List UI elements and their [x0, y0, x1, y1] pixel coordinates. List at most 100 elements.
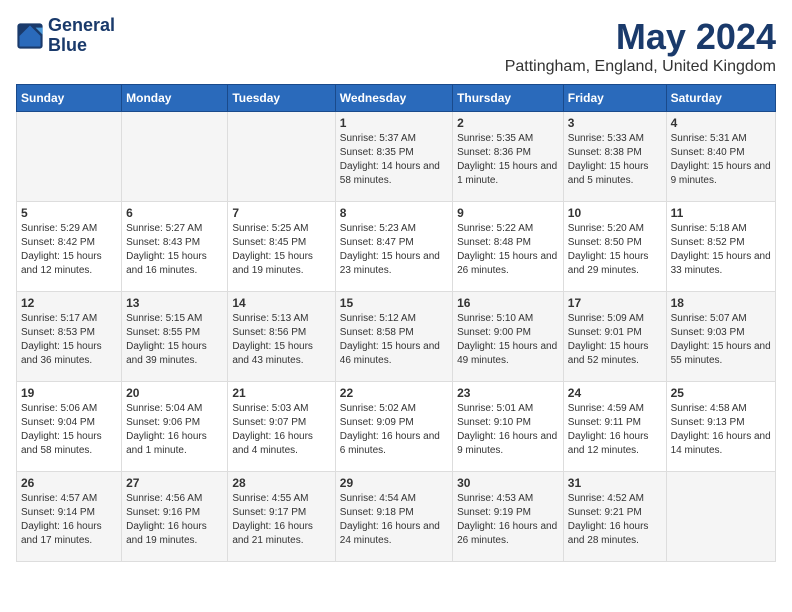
day-number: 11	[671, 206, 771, 220]
day-number: 2	[457, 116, 559, 130]
calendar-cell	[228, 112, 335, 202]
day-number: 9	[457, 206, 559, 220]
calendar-cell: 1Sunrise: 5:37 AM Sunset: 8:35 PM Daylig…	[335, 112, 452, 202]
calendar-cell: 25 Sunrise: 4:58 AM Sunset: 9:13 PM Dayli…	[666, 382, 775, 472]
day-info: Sunrise: 5:35 AM Sunset: 8:36 PM Dayligh…	[457, 132, 559, 188]
day-info: Sunrise: 5:33 AM Sunset: 8:38 PM Dayligh…	[568, 132, 662, 188]
calendar-cell: 14Sunrise: 5:13 AM Sunset: 8:56 PM Dayli…	[228, 292, 335, 382]
calendar-cell: 16Sunrise: 5:10 AM Sunset: 9:00 PM Dayli…	[453, 292, 564, 382]
day-number: 7	[232, 206, 330, 220]
calendar-cell: 6Sunrise: 5:27 AM Sunset: 8:43 PM Daylig…	[122, 202, 228, 292]
day-info: Sunrise: 5:29 AM Sunset: 8:42 PM Dayligh…	[21, 222, 117, 278]
calendar-cell: 4 Sunrise: 5:31 AM Sunset: 8:40 PM Daylig…	[666, 112, 775, 202]
calendar-cell: 2 Sunrise: 5:35 AM Sunset: 8:36 PM Daylig…	[453, 112, 564, 202]
header-cell-tuesday: Tuesday	[228, 85, 335, 112]
logo-text: General Blue	[48, 16, 115, 56]
day-info: Sunrise: 4:53 AM Sunset: 9:19 PM Dayligh…	[457, 492, 559, 548]
day-info: Sunrise: 5:22 AM Sunset: 8:48 PM Dayligh…	[457, 222, 559, 278]
day-number: 23	[457, 386, 559, 400]
day-info: Sunrise: 5:15 AM Sunset: 8:55 PM Dayligh…	[126, 312, 223, 368]
week-row-3: 12Sunrise: 5:17 AM Sunset: 8:53 PM Dayli…	[17, 292, 776, 382]
header-cell-sunday: Sunday	[17, 85, 122, 112]
day-number: 16	[457, 296, 559, 310]
day-info: Sunrise: 5:18 AM Sunset: 8:52 PM Dayligh…	[671, 222, 771, 278]
day-number: 26	[21, 476, 117, 490]
calendar-cell: 15Sunrise: 5:12 AM Sunset: 8:58 PM Dayli…	[335, 292, 452, 382]
day-info: Sunrise: 5:06 AM Sunset: 9:04 PM Dayligh…	[21, 402, 117, 458]
week-row-1: 1Sunrise: 5:37 AM Sunset: 8:35 PM Daylig…	[17, 112, 776, 202]
calendar-table: SundayMondayTuesdayWednesdayThursdayFrid…	[16, 84, 776, 562]
day-info: Sunrise: 5:37 AM Sunset: 8:35 PM Dayligh…	[340, 132, 448, 188]
day-info: Sunrise: 5:23 AM Sunset: 8:47 PM Dayligh…	[340, 222, 448, 278]
calendar-cell: 19 Sunrise: 5:06 AM Sunset: 9:04 PM Dayli…	[17, 382, 122, 472]
day-info: Sunrise: 4:56 AM Sunset: 9:16 PM Dayligh…	[126, 492, 223, 548]
day-info: Sunrise: 5:04 AM Sunset: 9:06 PM Dayligh…	[126, 402, 223, 458]
day-info: Sunrise: 5:01 AM Sunset: 9:10 PM Dayligh…	[457, 402, 559, 458]
day-info: Sunrise: 4:55 AM Sunset: 9:17 PM Dayligh…	[232, 492, 330, 548]
calendar-cell	[122, 112, 228, 202]
day-number: 18	[671, 296, 771, 310]
calendar-cell: 31 Sunrise: 4:52 AM Sunset: 9:21 PM Dayli…	[563, 472, 666, 562]
day-number: 31	[568, 476, 662, 490]
day-number: 19	[21, 386, 117, 400]
calendar-cell: 30Sunrise: 4:53 AM Sunset: 9:19 PM Dayli…	[453, 472, 564, 562]
day-info: Sunrise: 5:12 AM Sunset: 8:58 PM Dayligh…	[340, 312, 448, 368]
day-info: Sunrise: 5:27 AM Sunset: 8:43 PM Dayligh…	[126, 222, 223, 278]
month-title: May 2024	[505, 16, 776, 58]
day-number: 17	[568, 296, 662, 310]
calendar-cell: 28 Sunrise: 4:55 AM Sunset: 9:17 PM Dayli…	[228, 472, 335, 562]
header-row: SundayMondayTuesdayWednesdayThursdayFrid…	[17, 85, 776, 112]
day-number: 10	[568, 206, 662, 220]
day-info: Sunrise: 5:09 AM Sunset: 9:01 PM Dayligh…	[568, 312, 662, 368]
calendar-cell: 24 Sunrise: 4:59 AM Sunset: 9:11 PM Dayli…	[563, 382, 666, 472]
day-info: Sunrise: 4:58 AM Sunset: 9:13 PM Dayligh…	[671, 402, 771, 458]
calendar-cell: 8 Sunrise: 5:23 AM Sunset: 8:47 PM Daylig…	[335, 202, 452, 292]
day-info: Sunrise: 4:59 AM Sunset: 9:11 PM Dayligh…	[568, 402, 662, 458]
calendar-cell: 9 Sunrise: 5:22 AM Sunset: 8:48 PM Daylig…	[453, 202, 564, 292]
header-cell-wednesday: Wednesday	[335, 85, 452, 112]
week-row-5: 26 Sunrise: 4:57 AM Sunset: 9:14 PM Dayli…	[17, 472, 776, 562]
day-number: 3	[568, 116, 662, 130]
day-number: 8	[340, 206, 448, 220]
header-cell-friday: Friday	[563, 85, 666, 112]
header-cell-saturday: Saturday	[666, 85, 775, 112]
day-info: Sunrise: 5:17 AM Sunset: 8:53 PM Dayligh…	[21, 312, 117, 368]
calendar-cell: 29 Sunrise: 4:54 AM Sunset: 9:18 PM Dayli…	[335, 472, 452, 562]
logo: General Blue	[16, 16, 115, 56]
header-cell-monday: Monday	[122, 85, 228, 112]
day-number: 13	[126, 296, 223, 310]
day-info: Sunrise: 4:57 AM Sunset: 9:14 PM Dayligh…	[21, 492, 117, 548]
day-number: 21	[232, 386, 330, 400]
day-number: 4	[671, 116, 771, 130]
calendar-cell: 17 Sunrise: 5:09 AM Sunset: 9:01 PM Dayli…	[563, 292, 666, 382]
calendar-cell: 11 Sunrise: 5:18 AM Sunset: 8:52 PM Dayli…	[666, 202, 775, 292]
day-info: Sunrise: 4:52 AM Sunset: 9:21 PM Dayligh…	[568, 492, 662, 548]
calendar-cell: 10Sunrise: 5:20 AM Sunset: 8:50 PM Dayli…	[563, 202, 666, 292]
day-number: 20	[126, 386, 223, 400]
calendar-cell	[666, 472, 775, 562]
day-info: Sunrise: 5:31 AM Sunset: 8:40 PM Dayligh…	[671, 132, 771, 188]
header: General Blue May 2024 Pattingham, Englan…	[16, 16, 776, 76]
day-number: 25	[671, 386, 771, 400]
day-number: 28	[232, 476, 330, 490]
calendar-cell: 21Sunrise: 5:03 AM Sunset: 9:07 PM Dayli…	[228, 382, 335, 472]
calendar-cell: 7Sunrise: 5:25 AM Sunset: 8:45 PM Daylig…	[228, 202, 335, 292]
calendar-cell: 26 Sunrise: 4:57 AM Sunset: 9:14 PM Dayli…	[17, 472, 122, 562]
week-row-4: 19 Sunrise: 5:06 AM Sunset: 9:04 PM Dayli…	[17, 382, 776, 472]
header-cell-thursday: Thursday	[453, 85, 564, 112]
day-number: 29	[340, 476, 448, 490]
calendar-cell: 5Sunrise: 5:29 AM Sunset: 8:42 PM Daylig…	[17, 202, 122, 292]
location-title: Pattingham, England, United Kingdom	[505, 58, 776, 76]
day-info: Sunrise: 4:54 AM Sunset: 9:18 PM Dayligh…	[340, 492, 448, 548]
calendar-cell: 13 Sunrise: 5:15 AM Sunset: 8:55 PM Dayli…	[122, 292, 228, 382]
day-number: 27	[126, 476, 223, 490]
calendar-cell: 22Sunrise: 5:02 AM Sunset: 9:09 PM Dayli…	[335, 382, 452, 472]
calendar-cell: 3 Sunrise: 5:33 AM Sunset: 8:38 PM Daylig…	[563, 112, 666, 202]
calendar-cell: 18Sunrise: 5:07 AM Sunset: 9:03 PM Dayli…	[666, 292, 775, 382]
calendar-cell: 12Sunrise: 5:17 AM Sunset: 8:53 PM Dayli…	[17, 292, 122, 382]
calendar-cell	[17, 112, 122, 202]
day-number: 24	[568, 386, 662, 400]
week-row-2: 5Sunrise: 5:29 AM Sunset: 8:42 PM Daylig…	[17, 202, 776, 292]
calendar-cell: 20 Sunrise: 5:04 AM Sunset: 9:06 PM Dayli…	[122, 382, 228, 472]
logo-icon	[16, 22, 44, 50]
